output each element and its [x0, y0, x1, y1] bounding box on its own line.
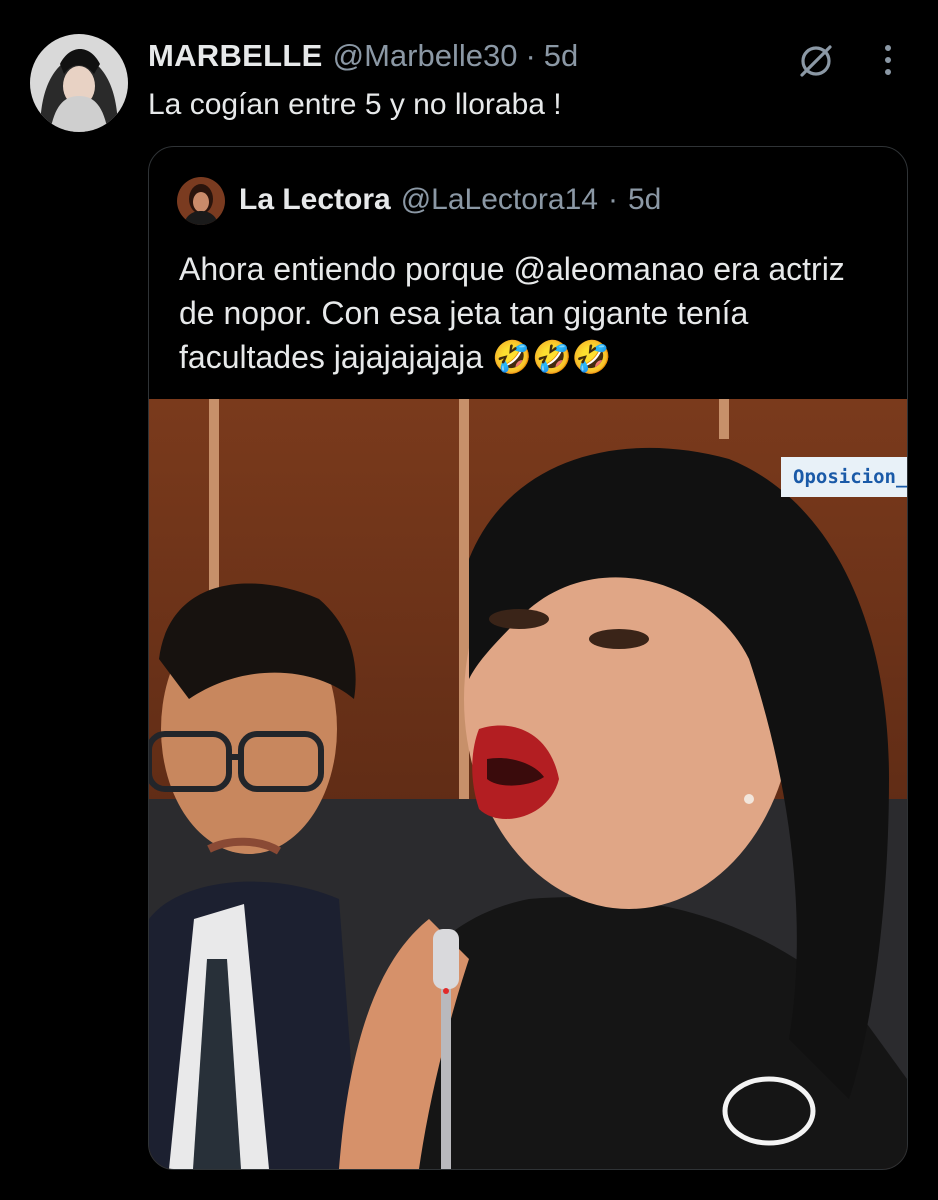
quoted-tweet-text: Ahora entiendo porque @aleomanao era act…: [179, 251, 845, 375]
quoted-tweet-header: La Lectora @LaLectora14 · 5d: [239, 183, 661, 217]
quoted-tweet-media[interactable]: Oposicion_c: [149, 399, 907, 1169]
more-vertical-icon[interactable]: [868, 40, 908, 80]
author-name[interactable]: MARBELLE: [148, 38, 323, 74]
media-image: [149, 399, 907, 1169]
avatar-image: [177, 177, 225, 225]
tweet-header: MARBELLE @Marbelle30 · 5d: [148, 38, 808, 78]
separator: ·: [607, 183, 618, 216]
tweet[interactable]: MARBELLE @Marbelle30 · 5d La cogían entr…: [0, 0, 938, 1200]
quoted-author-avatar[interactable]: [177, 177, 225, 225]
quoted-timestamp[interactable]: 5d: [628, 183, 661, 217]
author-handle[interactable]: @Marbelle30: [333, 38, 518, 74]
quoted-author-name[interactable]: La Lectora: [239, 183, 391, 217]
separator: ·: [525, 38, 536, 73]
quoted-author-handle[interactable]: @LaLectora14: [401, 183, 598, 217]
media-watermark: Oposicion_c: [781, 457, 907, 497]
author-avatar[interactable]: [30, 34, 128, 132]
grok-icon[interactable]: [796, 40, 836, 80]
tweet-text: La cogían entre 5 y no lloraba !: [148, 88, 562, 121]
timestamp[interactable]: 5d: [544, 38, 578, 74]
avatar-image: [30, 34, 128, 132]
quoted-tweet[interactable]: La Lectora @LaLectora14 · 5d Ahora entie…: [148, 146, 908, 1170]
